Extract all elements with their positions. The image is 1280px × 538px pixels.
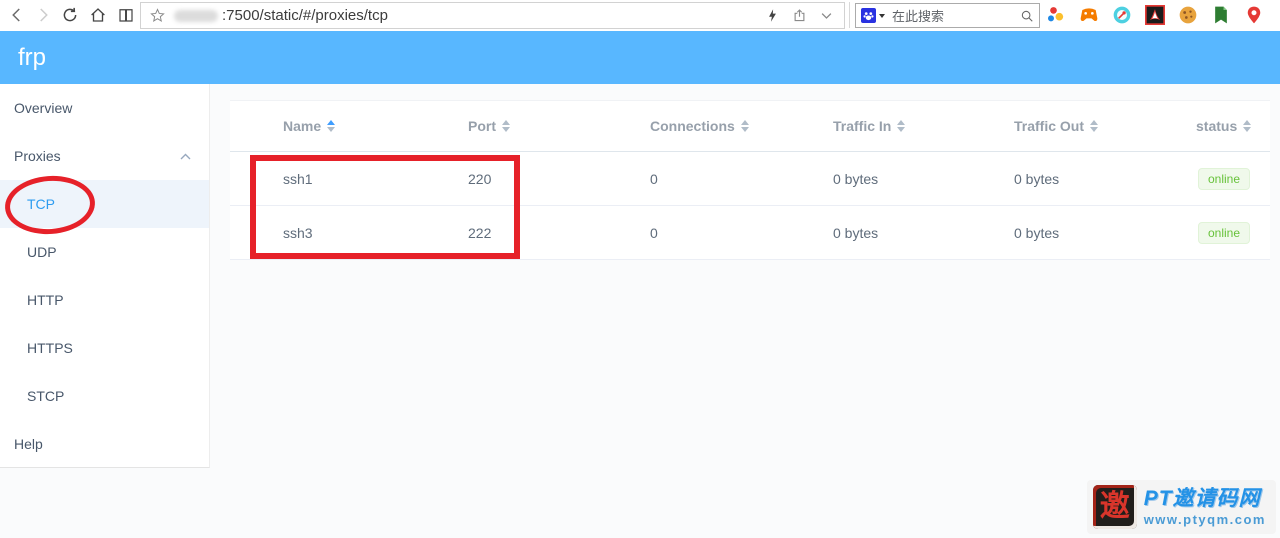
sort-caret-traffic-in[interactable] [897, 120, 906, 132]
red-seal-icon: 邀 [1092, 485, 1137, 529]
baidu-engine-icon[interactable] [861, 8, 876, 23]
extension-icons-row [1046, 5, 1264, 25]
favorite-star-icon[interactable] [149, 7, 166, 24]
sort-caret-status[interactable] [1243, 120, 1252, 132]
sidebar-item-label: HTTPS [27, 340, 73, 356]
sidebar-item-label: HTTP [27, 292, 64, 308]
cell-connections: 0 [650, 224, 658, 241]
compass-icon[interactable] [1112, 5, 1132, 25]
app-title: frp [18, 43, 47, 71]
sidebar-item-label: STCP [27, 388, 65, 404]
cell-traffic-out: 0 bytes [1014, 224, 1060, 241]
column-header-traffic-out[interactable]: Traffic Out [1009, 118, 1191, 134]
map-pin-icon[interactable] [1244, 5, 1264, 25]
red-box-annotation [250, 155, 520, 259]
watermark-site-url: www.ptyqm.com [1143, 512, 1266, 528]
cell-status: online [1191, 167, 1270, 190]
redacted-host-blur [174, 9, 218, 22]
cell-traffic-out: 0 bytes [1014, 170, 1060, 187]
sidebar-item-help[interactable]: Help [0, 420, 209, 468]
column-header-name[interactable]: Name [278, 118, 463, 134]
sidebar-item-label: Proxies [14, 148, 61, 164]
engine-dropdown-caret[interactable] [879, 13, 885, 18]
address-bar[interactable]: :7500/static/#/proxies/tcp [140, 2, 845, 29]
watermark-site-name: PT邀请码网 [1143, 486, 1261, 510]
table-header-row: Name Port Connections Traffic In Traffic… [230, 100, 1270, 152]
sidebar-item-label: Help [14, 436, 43, 452]
app-header: frp [0, 31, 1280, 84]
url-text[interactable]: :7500/static/#/proxies/tcp [222, 7, 765, 24]
column-header-port[interactable]: Port [463, 118, 645, 134]
sidebar-item-proxies[interactable]: Proxies [0, 132, 209, 180]
share-icon[interactable] [792, 8, 807, 23]
sort-caret-traffic-out[interactable] [1090, 120, 1099, 132]
watermark: 邀 PT邀请码网 www.ptyqm.com [1086, 480, 1276, 534]
sidebar-item-overview[interactable]: Overview [0, 84, 209, 132]
sort-caret-port[interactable] [502, 120, 510, 132]
home-icon[interactable] [89, 6, 107, 24]
sidebar-item-udp[interactable]: UDP [0, 228, 209, 276]
chevron-up-icon [180, 153, 191, 160]
flash-icon[interactable] [765, 8, 780, 23]
acrobat-icon[interactable] [1145, 5, 1165, 25]
status-badge: online [1198, 221, 1251, 244]
status-badge: online [1198, 167, 1251, 190]
sort-caret-name[interactable] [327, 120, 336, 132]
cell-status: online [1191, 221, 1270, 244]
column-header-traffic-in[interactable]: Traffic In [828, 118, 1009, 134]
sort-caret-connections[interactable] [740, 120, 749, 132]
game-controller-icon[interactable] [1079, 5, 1099, 25]
sidebar: Overview Proxies TCP UDP HTTP HTTPS STCP… [0, 84, 210, 468]
refresh-icon[interactable] [61, 6, 79, 24]
search-icon[interactable] [1020, 9, 1034, 23]
cell-traffic-in: 0 bytes [833, 170, 879, 187]
cookie-icon[interactable] [1178, 5, 1198, 25]
forward-icon[interactable] [34, 6, 52, 24]
green-bookmark-icon[interactable] [1211, 5, 1231, 25]
search-input[interactable]: 在此搜索 [892, 6, 1020, 25]
toolbar-divider [849, 2, 850, 28]
column-header-status[interactable]: status [1191, 118, 1270, 134]
cell-traffic-in: 0 bytes [833, 224, 879, 241]
sidebar-item-label: UDP [27, 244, 57, 260]
sidebar-item-http[interactable]: HTTP [0, 276, 209, 324]
search-box[interactable]: 在此搜索 [855, 3, 1040, 28]
sidebar-item-label: Overview [14, 100, 73, 116]
reading-list-icon[interactable] [117, 6, 135, 24]
browser-toolbar: :7500/static/#/proxies/tcp 在此搜索 [0, 0, 1280, 31]
cell-connections: 0 [650, 170, 658, 187]
chevron-down-icon[interactable] [819, 8, 834, 23]
back-icon[interactable] [8, 6, 26, 24]
sidebar-item-stcp[interactable]: STCP [0, 372, 209, 420]
sidebar-item-https[interactable]: HTTPS [0, 324, 209, 372]
column-header-connections[interactable]: Connections [645, 118, 828, 134]
molecule-icon[interactable] [1046, 5, 1066, 25]
